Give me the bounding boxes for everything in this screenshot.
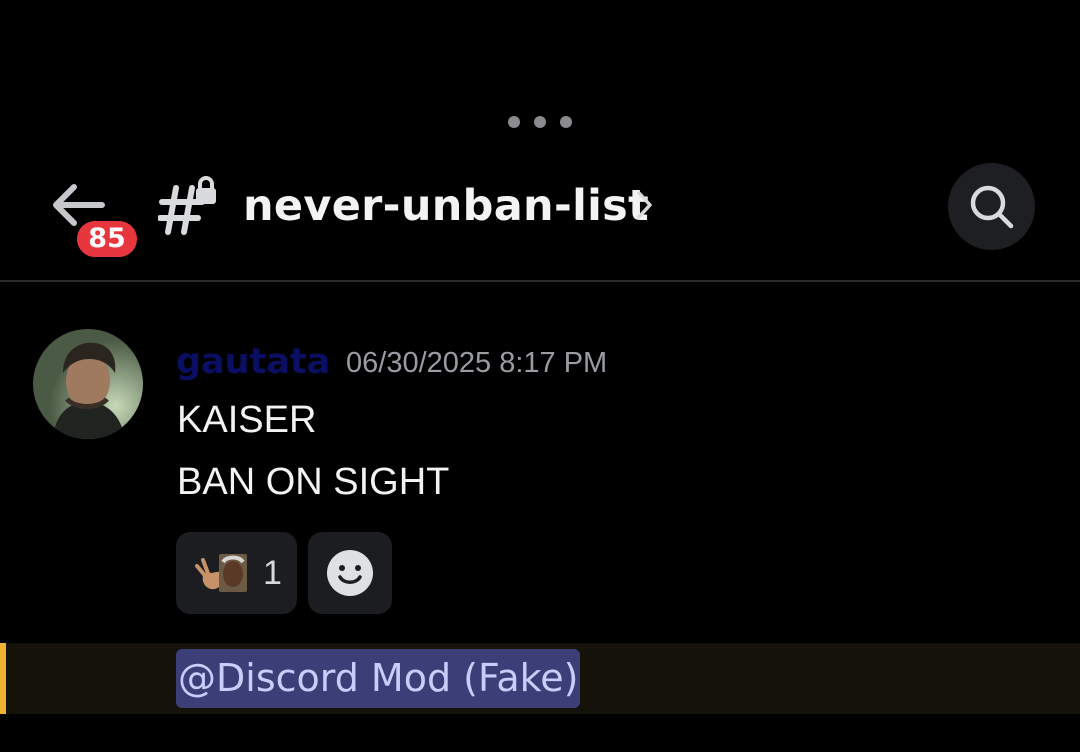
search-icon: [970, 185, 1013, 228]
header-divider: [0, 280, 1080, 282]
author-avatar[interactable]: [33, 329, 143, 439]
pointing-man-emoji-icon: [193, 552, 249, 594]
mention-highlight-bar: [0, 643, 6, 714]
add-reaction-button[interactable]: [308, 532, 392, 614]
handle-dot: [534, 116, 546, 128]
unread-badge: 85: [74, 218, 140, 260]
message-text-line: BAN ON SIGHT: [177, 461, 450, 503]
chevron-right-icon[interactable]: [634, 188, 656, 222]
handle-dot: [508, 116, 520, 128]
channel-title[interactable]: never-unban-list: [243, 178, 649, 234]
message-timestamp: 06/30/2025 8:17 PM: [346, 347, 608, 379]
smiley-add-reaction-icon: [327, 550, 373, 596]
locked-hash-channel-icon: [157, 174, 220, 238]
reaction-count: 1: [263, 554, 282, 592]
author-username[interactable]: gautata: [176, 340, 330, 384]
mentioned-message-row[interactable]: @Discord Mod (Fake): [0, 643, 1080, 714]
window-drag-handle[interactable]: [0, 116, 1080, 128]
handle-dot: [560, 116, 572, 128]
message-text-line: KAISER: [177, 399, 317, 441]
reaction-pill[interactable]: 1: [176, 532, 297, 614]
user-mention[interactable]: @Discord Mod (Fake): [176, 649, 581, 708]
search-button[interactable]: [948, 163, 1035, 250]
